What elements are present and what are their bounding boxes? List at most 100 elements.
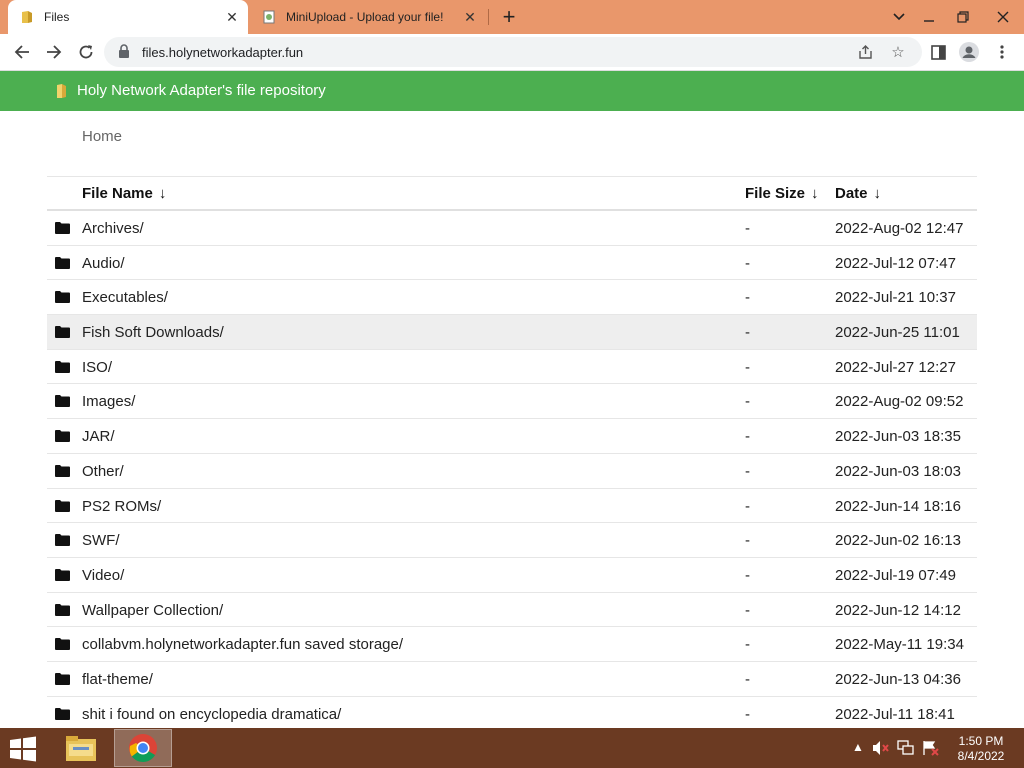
file-size: - — [745, 705, 750, 723]
lock-icon[interactable] — [118, 44, 130, 59]
close-tab-icon[interactable]: ✕ — [458, 9, 482, 26]
file-row[interactable]: ISO/ - 2022-Jul-27 12:27 — [47, 350, 977, 385]
sort-arrow-icon: ↓ — [811, 185, 819, 202]
close-window-button[interactable] — [982, 0, 1024, 34]
close-tab-icon[interactable]: ✕ — [220, 9, 244, 26]
file-name-link[interactable]: flat-theme/ — [82, 671, 153, 688]
file-name-link[interactable]: Images/ — [82, 393, 135, 410]
folder-icon — [55, 222, 70, 234]
file-name-link[interactable]: Audio/ — [82, 255, 125, 272]
file-row[interactable]: PS2 ROMs/ - 2022-Jun-14 18:16 — [47, 489, 977, 524]
folder-icon — [55, 360, 70, 373]
folder-icon — [55, 707, 70, 720]
back-button[interactable] — [8, 38, 36, 66]
file-date: 2022-Aug-02 09:52 — [835, 393, 964, 411]
file-date: 2022-Jun-02 16:13 — [835, 532, 961, 550]
forward-button[interactable] — [40, 38, 68, 66]
tab-files[interactable]: Files ✕ — [8, 0, 248, 34]
folder-logo-icon — [57, 84, 66, 98]
folder-favicon-icon — [22, 11, 32, 23]
action-center-flag-icon[interactable] — [922, 740, 940, 759]
file-row[interactable]: shit i found on encyclopedia dramatica/ … — [47, 697, 977, 732]
tab-title: MiniUpload - Upload your file! — [286, 10, 444, 24]
file-row[interactable]: Video/ - 2022-Jul-19 07:49 — [47, 558, 977, 593]
page-header: Holy Network Adapter's file repository — [0, 71, 1024, 111]
file-name-link[interactable]: Fish Soft Downloads/ — [82, 324, 224, 341]
file-row[interactable]: flat-theme/ - 2022-Jun-13 04:36 — [47, 662, 977, 697]
file-date: 2022-Jun-03 18:03 — [835, 462, 961, 480]
file-row[interactable]: Wallpaper Collection/ - 2022-Jun-12 14:1… — [47, 593, 977, 628]
show-hidden-icons-chevron-icon[interactable]: ▲ — [852, 740, 864, 754]
file-name-link[interactable]: shit i found on encyclopedia dramatica/ — [82, 706, 341, 723]
table-body: Archives/ - 2022-Aug-02 12:47 Audio/ - 2… — [47, 211, 977, 732]
folder-icon — [55, 534, 70, 547]
back-arrow-icon — [14, 45, 29, 59]
file-row[interactable]: Audio/ - 2022-Jul-12 07:47 — [47, 246, 977, 281]
file-row[interactable]: Other/ - 2022-Jun-03 18:03 — [47, 454, 977, 489]
file-date: 2022-Jul-19 07:49 — [835, 566, 956, 584]
file-name-link[interactable]: Wallpaper Collection/ — [82, 602, 223, 619]
file-row[interactable]: SWF/ - 2022-Jun-02 16:13 — [47, 523, 977, 558]
file-name-link[interactable]: JAR/ — [82, 428, 115, 445]
new-tab-button[interactable]: + — [496, 4, 522, 30]
menu-kebab-icon[interactable] — [988, 38, 1016, 66]
file-row[interactable]: Fish Soft Downloads/ - 2022-Jun-25 11:01 — [47, 315, 977, 350]
file-date: 2022-Jul-27 12:27 — [835, 358, 956, 376]
profile-avatar-icon[interactable] — [955, 38, 983, 66]
file-date: 2022-Jul-12 07:47 — [835, 254, 956, 272]
file-row[interactable]: Images/ - 2022-Aug-02 09:52 — [47, 384, 977, 420]
file-name-link[interactable]: SWF/ — [82, 532, 120, 549]
clock-time: 1:50 PM — [958, 734, 1004, 748]
folder-icon — [55, 499, 70, 512]
folder-icon — [55, 464, 70, 477]
column-header-file-size[interactable]: File Size ↓ — [745, 185, 819, 202]
tab-miniupload[interactable]: MiniUpload - Upload your file! ✕ — [252, 0, 486, 34]
volume-muted-icon[interactable] — [872, 740, 890, 759]
reload-button[interactable] — [72, 38, 100, 66]
file-name-link[interactable]: ISO/ — [82, 359, 112, 376]
file-row[interactable]: JAR/ - 2022-Jun-03 18:35 — [47, 419, 977, 454]
tab-search-chevron-icon[interactable] — [882, 0, 916, 34]
taskbar-file-explorer[interactable] — [52, 729, 110, 767]
folder-icon — [55, 430, 70, 443]
file-date: 2022-Jun-13 04:36 — [835, 670, 961, 688]
file-size: - — [745, 358, 750, 376]
file-table: File Name ↓ File Size ↓ Date ↓ Archives/ - … — [47, 176, 977, 732]
address-bar[interactable]: files.holynetworkadapter.fun ☆ — [104, 37, 922, 67]
minimize-button[interactable] — [912, 0, 946, 34]
file-name-link[interactable]: Archives/ — [82, 220, 144, 237]
file-name-link[interactable]: Executables/ — [82, 289, 168, 306]
file-size: - — [745, 324, 750, 342]
taskbar-chrome[interactable] — [114, 729, 172, 767]
chrome-icon — [129, 734, 157, 762]
windows-logo-icon — [10, 736, 36, 762]
column-header-file-name[interactable]: File Name ↓ — [82, 185, 166, 202]
start-button[interactable] — [8, 736, 38, 762]
share-icon[interactable] — [854, 41, 876, 63]
file-size: - — [745, 601, 750, 619]
file-row[interactable]: Executables/ - 2022-Jul-21 10:37 — [47, 280, 977, 316]
network-icon[interactable] — [897, 740, 915, 759]
column-header-date[interactable]: Date ↓ — [835, 185, 881, 202]
file-row[interactable]: Archives/ - 2022-Aug-02 12:47 — [47, 211, 977, 246]
file-name-link[interactable]: collabvm.holynetworkadapter.fun saved st… — [82, 636, 403, 653]
breadcrumb-home[interactable]: Home — [82, 128, 122, 145]
file-date: 2022-May-11 19:34 — [835, 636, 964, 654]
folder-icon — [55, 638, 70, 651]
file-name-link[interactable]: Other/ — [82, 463, 124, 480]
system-clock[interactable]: 1:50 PM 8/4/2022 — [952, 734, 1010, 764]
bookmark-star-icon[interactable]: ☆ — [887, 41, 909, 63]
page-favicon-icon — [263, 10, 275, 24]
side-panel-icon[interactable] — [924, 38, 952, 66]
browser-toolbar: files.holynetworkadapter.fun ☆ — [0, 34, 1024, 71]
url-text[interactable]: files.holynetworkadapter.fun — [142, 45, 303, 60]
file-name-link[interactable]: PS2 ROMs/ — [82, 498, 161, 515]
file-size: - — [745, 670, 750, 688]
restore-button[interactable] — [946, 0, 980, 34]
file-row[interactable]: collabvm.holynetworkadapter.fun saved st… — [47, 627, 977, 662]
folder-icon — [55, 395, 70, 408]
tab-title: Files — [44, 10, 70, 24]
file-size: - — [745, 532, 750, 550]
file-date: 2022-Jun-03 18:35 — [835, 428, 961, 446]
file-name-link[interactable]: Video/ — [82, 567, 124, 584]
